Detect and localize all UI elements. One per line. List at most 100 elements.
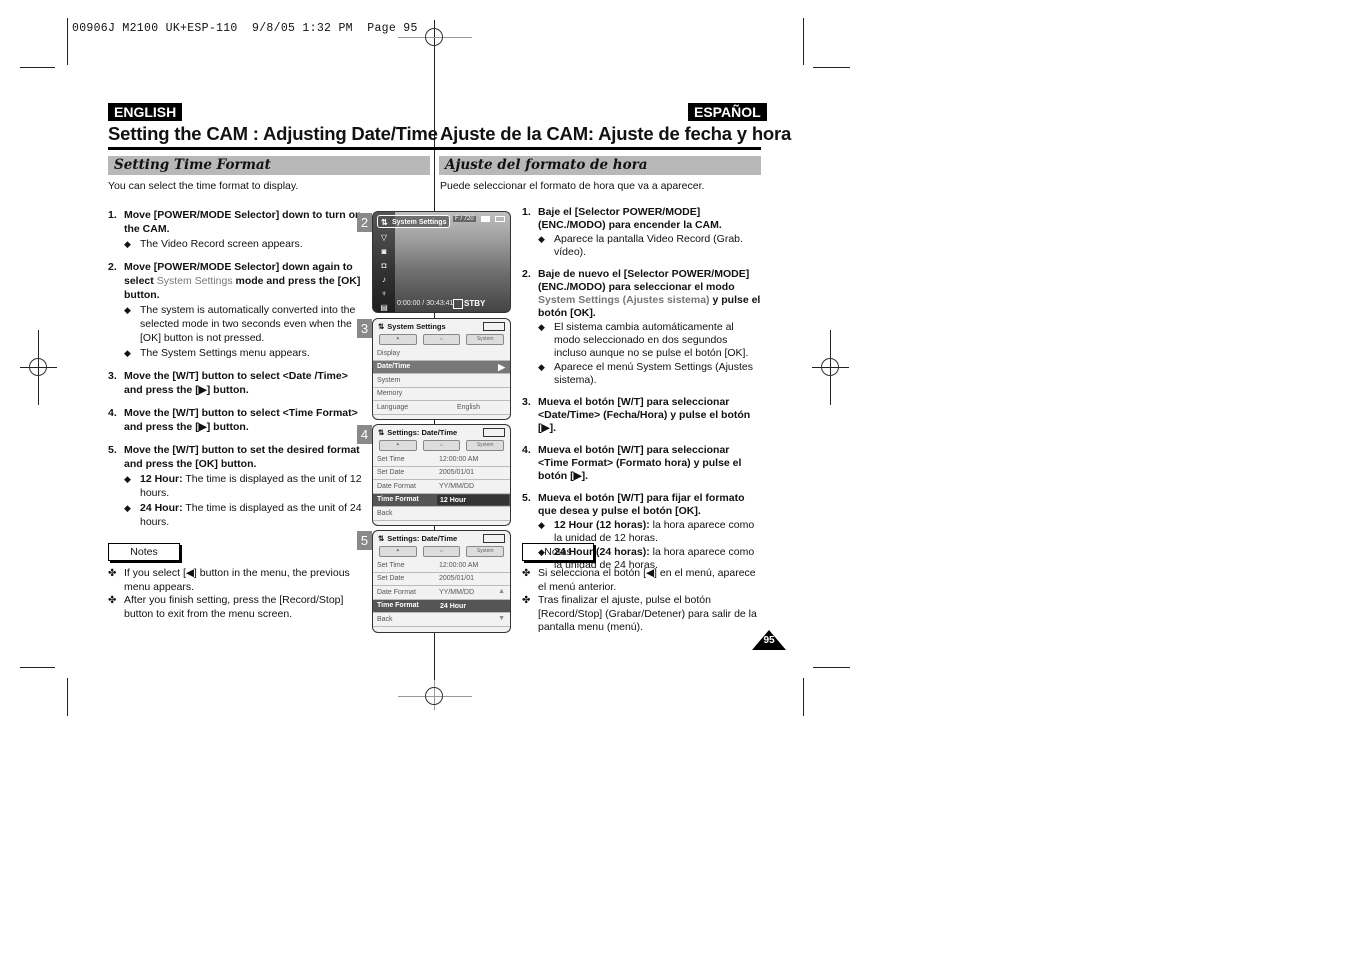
step-bullet: ◆ The system is automatically converted i… xyxy=(124,304,356,344)
movie-camera-icon: ◙ xyxy=(381,247,387,256)
registration-mark xyxy=(425,687,443,705)
page-title-espanol: Ajuste de la CAM: Ajuste de fecha y hora xyxy=(440,123,792,144)
photo-camera-icon: ◘ xyxy=(381,261,387,270)
title-rule xyxy=(108,147,434,150)
lcd-tabs: ✦ ⌂ System xyxy=(373,333,510,347)
language-badge-espanol: ESPAÑOL xyxy=(688,103,767,121)
lcd-screen-video-record: ⇅ System Settings F / 720 ▽ ◙ ◘ ♪ ♆ ▤ 0:00:00 … xyxy=(372,211,511,313)
lcd-title: ⇅ Settings: Date/Time xyxy=(373,531,510,545)
menu-row: Set Date 2005/01/01 xyxy=(373,467,510,480)
step-2: 2. Move [POWER/MODE Selector] down again … xyxy=(108,260,366,360)
menu-row: Language English xyxy=(373,401,510,415)
note-item: ✤ If you select [◀] button in the menu, t… xyxy=(108,567,350,593)
step-1: 1. Baje el [Selector POWER/MODE] (ENC./MO… xyxy=(522,206,762,259)
tab-system: System xyxy=(466,546,505,557)
step-bullet: ◆ Aparece el menú System Settings (Ajuste… xyxy=(538,361,754,386)
battery-icon xyxy=(495,216,505,222)
note-item: ✤ After you finish setting, press the [Re… xyxy=(108,594,344,620)
chevron-up-icon: ▲ xyxy=(498,588,505,595)
tab-system: System xyxy=(466,334,505,345)
note-item: ✤ Tras finalizar el ajuste, pulse el botó… xyxy=(522,594,757,633)
print-slug: 00906J M2100 UK+ESP-110 9/8/05 1:32 PM P… xyxy=(72,22,418,35)
intro-text-english: You can select the time format to displa… xyxy=(108,180,299,192)
timecode: 0:00:00 / 30:43:41 xyxy=(397,300,454,307)
menu-row-selected: Date/Time ▶ xyxy=(373,360,510,374)
settings-icon: ⇅ xyxy=(378,533,385,543)
status-text: STBY xyxy=(464,299,486,308)
section-header-espanol: Ajuste del formato de hora xyxy=(439,156,761,175)
microphone-icon: ♆ xyxy=(381,289,387,298)
settings-icon: ⇅ xyxy=(378,321,385,331)
steps-espanol: 1. Baje el [Selector POWER/MODE] (ENC./MO… xyxy=(522,206,762,581)
step-2: 2. Baje de nuevo el [Selector POWER/MODE]… xyxy=(522,268,761,386)
step-bullet: ◆ The Video Record screen appears. xyxy=(124,238,303,250)
menu-row: Display xyxy=(373,347,510,361)
tab-camera: ✦ xyxy=(379,546,417,557)
note-item: ✤ Si selecciona el botón [◀] en el menú, … xyxy=(522,567,756,593)
notes-label-english: Notes xyxy=(108,543,180,561)
registration-mark xyxy=(821,358,839,376)
section-title: Setting Time Format xyxy=(114,157,271,173)
step-bullet: ◆ The System Settings menu appears. xyxy=(124,347,310,359)
step-5: 5. Move the [W/T] button to set the desir… xyxy=(108,443,366,529)
notes-label-espanol: Notas xyxy=(522,543,594,561)
menu-row-selected: Time Format 12 Hour xyxy=(373,493,510,507)
tab-home: ⌂ xyxy=(422,334,461,345)
title-rule xyxy=(434,147,761,150)
tab-home: ⌂ xyxy=(422,546,461,557)
lcd-screen-system-settings: ⇅ System Settings ✦ ⌂ System Display Date… xyxy=(372,318,511,420)
counter: F / 720 xyxy=(453,216,476,222)
section-title: Ajuste del formato de hora xyxy=(445,157,648,173)
step-4: 4. Move the [W/T] button to select <Time … xyxy=(108,407,358,433)
screen-step-number: 4 xyxy=(357,425,372,444)
step-bullet: ◆ 24 Hour: The time is displayed as the u… xyxy=(124,502,362,528)
registration-mark xyxy=(425,28,443,46)
record-indicator xyxy=(453,299,463,309)
lcd-tabs: ✦ ⌂ System xyxy=(373,439,510,453)
menu-row-selected: Time Format 24 Hour xyxy=(373,599,510,613)
video-mode-icon xyxy=(481,216,490,222)
registration-mark xyxy=(29,358,47,376)
step-3: 3. Move the [W/T] button to select <Date … xyxy=(108,370,348,396)
step-bullet: ◆ 12 Hour (12 horas): la hora aparece com… xyxy=(538,519,755,544)
settings-icon: ⇅ xyxy=(381,218,388,227)
menu-row: Set Time 12:00:00 AM xyxy=(373,453,510,467)
menu-row: System xyxy=(373,374,510,388)
intro-text-espanol: Puede seleccionar el formato de hora que… xyxy=(440,180,705,192)
battery-icon xyxy=(483,534,505,543)
lcd-title: ⇅ System Settings xyxy=(373,319,510,333)
menu-row: Date Format YY/MM/DD ▲ xyxy=(373,586,510,600)
section-header-english: Setting Time Format xyxy=(108,156,430,175)
tab-system: System xyxy=(466,440,505,451)
menu-row: Memory xyxy=(373,388,510,401)
step-bullet: ◆ 12 Hour: The time is displayed as the u… xyxy=(124,473,362,499)
music-note-icon: ♪ xyxy=(382,275,386,284)
language-badge-english: ENGLISH xyxy=(108,103,183,121)
down-arrow-icon: ▽ xyxy=(380,233,388,242)
battery-icon xyxy=(483,322,505,331)
step-bullet: ◆ Aparece la pantalla Video Record (Grab.… xyxy=(538,233,743,258)
screen-step-number: 5 xyxy=(357,531,372,550)
step-3: 3. Mueva el botón [W/T] para seleccionar … xyxy=(522,396,751,434)
step-1: 1. Move [POWER/MODE Selector] down to tur… xyxy=(108,208,366,251)
steps-english: 1. Move [POWER/MODE Selector] down to tur… xyxy=(108,208,366,538)
menu-row: Set Time 12:00:00 AM xyxy=(373,559,510,573)
menu-row: Back xyxy=(373,507,510,521)
screen-step-number: 2 xyxy=(357,213,372,232)
menu-row: Back ▼ xyxy=(373,613,510,627)
page-number: 95 xyxy=(763,635,775,646)
settings-icon: ⇅ xyxy=(378,427,385,437)
step-bullet: ◆ El sistema cambia automáticamente al mo… xyxy=(538,321,749,359)
tab-camera: ✦ xyxy=(379,334,417,345)
notes-english: ✤ If you select [◀] button in the menu, t… xyxy=(108,567,363,621)
file-icon: ▤ xyxy=(380,303,388,312)
screen-step-number: 3 xyxy=(357,319,372,338)
notes-espanol: ✤ Si selecciona el botón [◀] en el menú, … xyxy=(522,567,762,635)
menu-row: Date Format YY/MM/DD xyxy=(373,480,510,494)
side-icons: ▽ ◙ ◘ ♪ ♆ ▤ xyxy=(378,231,390,312)
mode-label: ⇅ System Settings xyxy=(377,215,450,228)
battery-icon xyxy=(483,428,505,437)
chevron-right-icon: ▶ xyxy=(498,361,505,372)
lcd-screen-date-time-12h: ⇅ Settings: Date/Time ✦ ⌂ System Set Time… xyxy=(372,424,511,526)
page-title-english: Setting the CAM : Adjusting Date/Time xyxy=(108,123,438,144)
